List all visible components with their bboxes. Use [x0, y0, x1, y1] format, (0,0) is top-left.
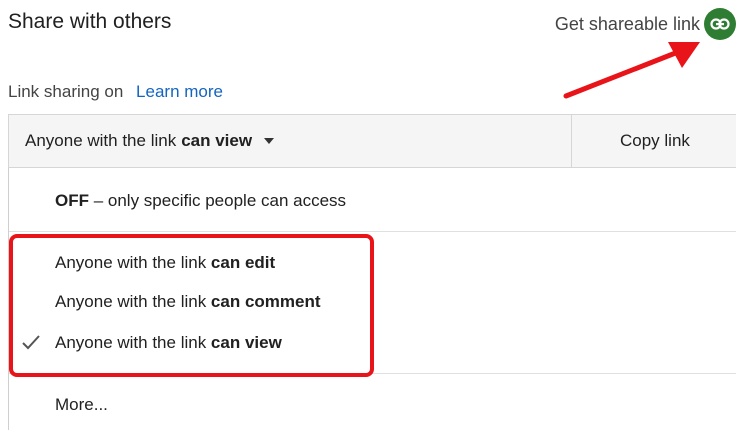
menu-item-off-bold: OFF: [55, 191, 89, 210]
menu-item-more[interactable]: More...: [9, 386, 736, 424]
menu-item-bold: can edit: [210, 253, 276, 272]
menu-item-can-view[interactable]: Anyone with the link can view: [9, 324, 736, 362]
learn-more-link[interactable]: Learn more: [136, 82, 223, 101]
checkmark-icon: [22, 335, 40, 350]
menu-item-can-comment[interactable]: Anyone with the link can comment: [9, 283, 736, 321]
menu-item-more-label: More...: [55, 395, 108, 414]
get-shareable-link-button[interactable]: Get shareable link: [555, 8, 736, 40]
access-dropdown-bar: Anyone with the link can view Copy link: [8, 114, 736, 168]
menu-item-bold: can comment: [210, 292, 321, 311]
access-level-select[interactable]: Anyone with the link can view: [9, 115, 571, 167]
get-shareable-link-label: Get shareable link: [554, 13, 700, 34]
share-dialog: Share with others Get shareable link Lin…: [0, 0, 736, 430]
menu-item-can-edit[interactable]: Anyone with the link can edit: [9, 244, 736, 282]
menu-item-bold: can view: [210, 333, 282, 352]
menu-item-prefix: Anyone with the link: [55, 253, 211, 272]
caret-down-icon: [264, 138, 275, 144]
menu-item-prefix: Anyone with the link: [55, 292, 211, 311]
menu-item-off-rest: – only specific people can access: [89, 191, 347, 210]
access-level-menu: OFF – only specific people can access An…: [8, 168, 736, 430]
link-sharing-status: Link sharing on Learn more: [8, 82, 223, 102]
copy-link-button[interactable]: Copy link: [571, 115, 736, 167]
link-icon[interactable]: [704, 8, 736, 40]
menu-item-off[interactable]: OFF – only specific people can access: [9, 182, 736, 220]
annotation-arrow: [563, 42, 700, 99]
access-level-prefix: Anyone with the link: [25, 131, 177, 150]
dialog-title: Share with others: [8, 10, 172, 33]
menu-divider: [9, 231, 736, 232]
link-sharing-status-text: Link sharing on: [8, 82, 124, 101]
menu-divider: [9, 373, 736, 374]
menu-item-prefix: Anyone with the link: [55, 333, 211, 352]
access-level-value: can view: [181, 131, 253, 150]
